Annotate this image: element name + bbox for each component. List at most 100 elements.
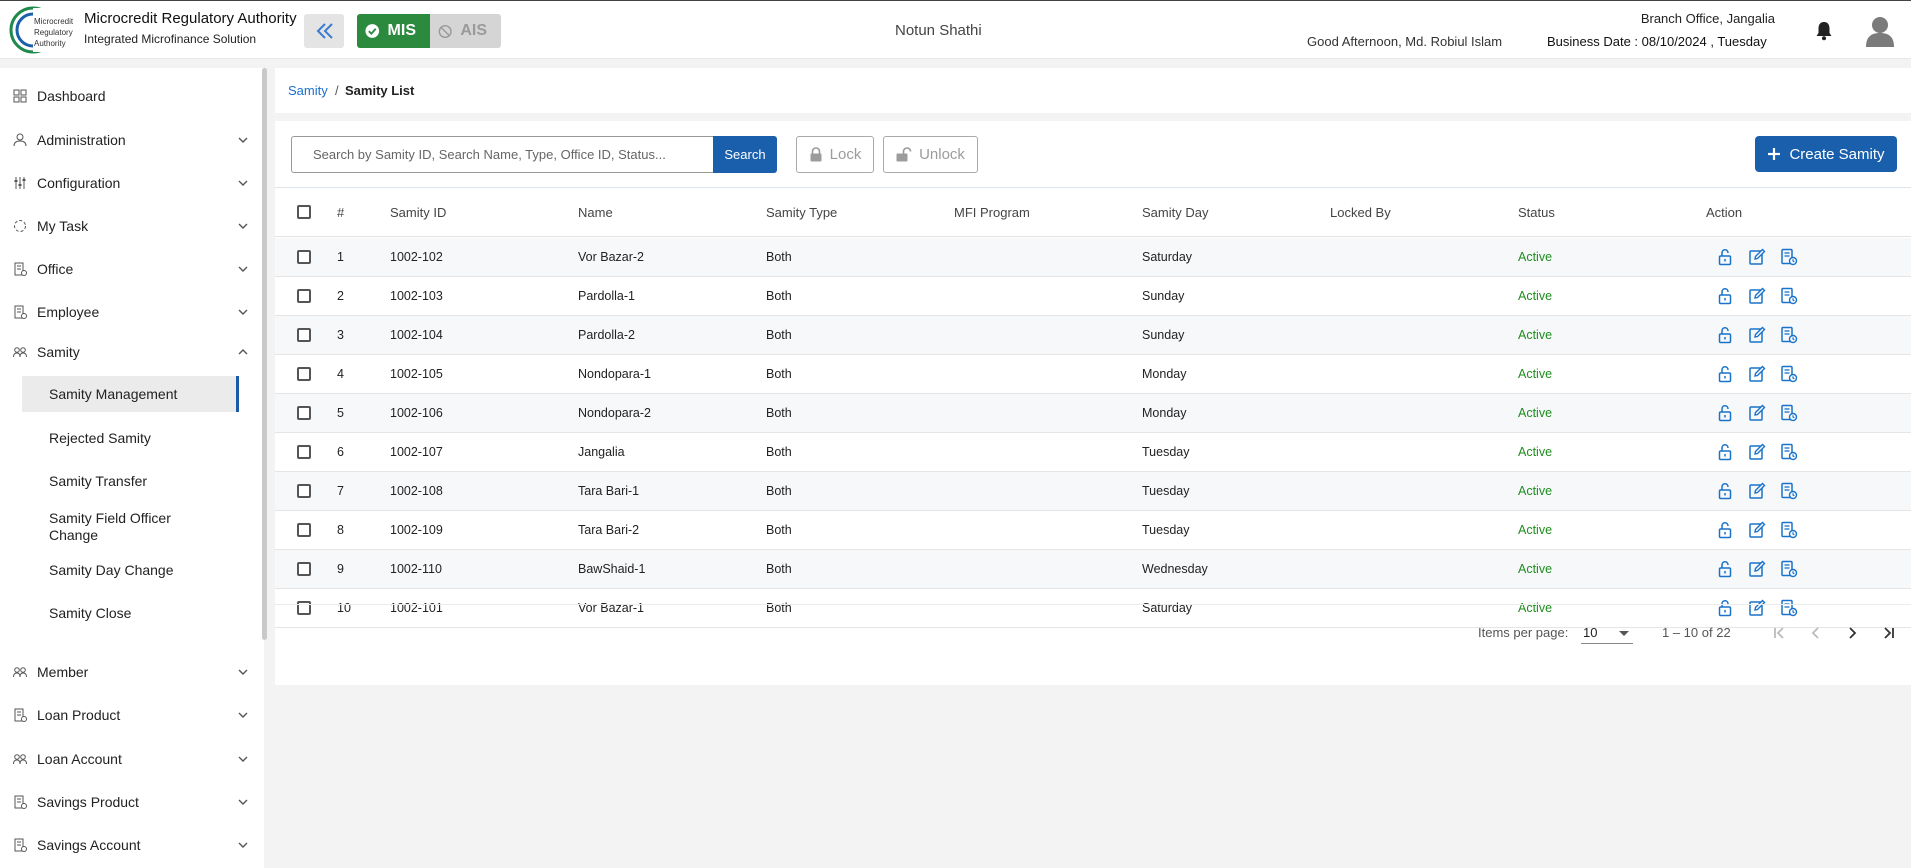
edit-icon[interactable] xyxy=(1748,443,1766,461)
sidebar-subitem-samity-close[interactable]: Samity Close xyxy=(22,595,239,631)
row-checkbox[interactable] xyxy=(297,445,311,459)
sidebar-item-samity[interactable]: Samity xyxy=(0,334,262,370)
user-avatar-icon[interactable] xyxy=(1865,15,1895,47)
sidebar-item-savings-product[interactable]: Savings Product xyxy=(0,784,262,820)
sidebar-item-configuration[interactable]: Configuration xyxy=(0,165,262,201)
sidebar-item-administration[interactable]: Administration xyxy=(0,122,262,158)
sidebar-subitem-samity-day-change[interactable]: Samity Day Change xyxy=(22,552,239,588)
mis-mode-button[interactable]: MIS xyxy=(357,14,430,48)
page-size-select[interactable]: 10 xyxy=(1581,622,1633,644)
details-icon[interactable] xyxy=(1780,326,1798,344)
sidebar-subitem-samity-transfer[interactable]: Samity Transfer xyxy=(22,463,239,499)
table-row[interactable]: 9 1002-110 BawShaid-1 Both Wednesday Active xyxy=(275,550,1911,589)
select-all-checkbox[interactable] xyxy=(297,205,311,219)
first-page-button[interactable] xyxy=(1765,618,1795,648)
table-row[interactable]: 1 1002-102 Vor Bazar-2 Both Saturday Active xyxy=(275,238,1911,277)
column-header-samity-type[interactable]: Samity Type xyxy=(766,205,837,220)
collapse-sidebar-button[interactable] xyxy=(304,14,344,48)
details-icon[interactable] xyxy=(1780,404,1798,422)
row-checkbox[interactable] xyxy=(297,328,311,342)
details-icon[interactable] xyxy=(1780,443,1798,461)
unlock-icon[interactable] xyxy=(1716,404,1734,422)
edit-icon[interactable] xyxy=(1748,404,1766,422)
last-page-button[interactable] xyxy=(1873,618,1903,648)
column-header-samity-day[interactable]: Samity Day xyxy=(1142,205,1208,220)
cell-samity-type: Both xyxy=(766,406,792,420)
member-icon xyxy=(13,667,27,678)
sidebar-item-loan-product[interactable]: Loan Product xyxy=(0,697,262,733)
sidebar-item-loan-account[interactable]: Loan Account xyxy=(0,741,262,777)
row-checkbox[interactable] xyxy=(297,562,311,576)
breadcrumb-samity-link[interactable]: Samity xyxy=(288,83,328,98)
search-input[interactable] xyxy=(291,136,713,173)
sidebar-item-savings-account[interactable]: Savings Account xyxy=(0,827,262,863)
row-checkbox[interactable] xyxy=(297,523,311,537)
row-checkbox[interactable] xyxy=(297,367,311,381)
column-header-locked-by[interactable]: Locked By xyxy=(1330,205,1391,220)
unlock-icon[interactable] xyxy=(1716,326,1734,344)
table-row[interactable]: 7 1002-108 Tara Bari-1 Both Tuesday Active xyxy=(275,472,1911,511)
edit-icon[interactable] xyxy=(1748,365,1766,383)
column-header-status[interactable]: Status xyxy=(1518,205,1555,220)
sidebar-item-my-task[interactable]: My Task xyxy=(0,208,262,244)
table-row[interactable]: 6 1002-107 Jangalia Both Tuesday Active xyxy=(275,433,1911,472)
details-icon[interactable] xyxy=(1780,365,1798,383)
edit-icon[interactable] xyxy=(1748,287,1766,305)
unlock-button[interactable]: Unlock xyxy=(883,136,978,173)
row-checkbox[interactable] xyxy=(297,250,311,264)
details-icon[interactable] xyxy=(1780,521,1798,539)
bell-icon[interactable] xyxy=(1815,21,1833,41)
edit-icon[interactable] xyxy=(1748,326,1766,344)
next-page-button[interactable] xyxy=(1837,618,1867,648)
search-button[interactable]: Search xyxy=(713,136,777,173)
sidebar-subitem-samity-management[interactable]: Samity Management xyxy=(22,376,239,412)
sidebar-item-label: My Task xyxy=(37,218,89,234)
sidebar-item-employee[interactable]: Employee xyxy=(0,294,262,330)
edit-icon[interactable] xyxy=(1748,248,1766,266)
lock-button[interactable]: Lock xyxy=(796,136,874,173)
create-samity-button[interactable]: Create Samity xyxy=(1755,136,1897,172)
sidebar-item-office[interactable]: Office xyxy=(0,251,262,287)
table-row[interactable]: 8 1002-109 Tara Bari-2 Both Tuesday Active xyxy=(275,511,1911,550)
cell-status: Active xyxy=(1518,445,1553,459)
admin-icon xyxy=(13,133,27,147)
table-row[interactable]: 4 1002-105 Nondopara-1 Both Monday Active xyxy=(275,355,1911,394)
unlock-icon[interactable] xyxy=(1716,365,1734,383)
unlock-icon[interactable] xyxy=(1716,443,1734,461)
table-row[interactable]: 5 1002-106 Nondopara-2 Both Monday Active xyxy=(275,394,1911,433)
sidebar-item-dashboard[interactable]: Dashboard xyxy=(0,78,262,114)
edit-icon[interactable] xyxy=(1748,560,1766,578)
cell-index: 3 xyxy=(337,328,344,342)
details-icon[interactable] xyxy=(1780,482,1798,500)
unlock-icon[interactable] xyxy=(1716,482,1734,500)
unlock-icon[interactable] xyxy=(1716,248,1734,266)
sidebar-item-label: Dashboard xyxy=(37,88,106,104)
details-icon[interactable] xyxy=(1780,248,1798,266)
unlock-icon[interactable] xyxy=(1716,521,1734,539)
cell-samity-day: Monday xyxy=(1142,367,1187,381)
column-header-mfi-program[interactable]: MFI Program xyxy=(954,205,1030,220)
column-header-samity-id[interactable]: Samity ID xyxy=(390,205,446,220)
row-checkbox[interactable] xyxy=(297,289,311,303)
row-checkbox[interactable] xyxy=(297,484,311,498)
dashboard-icon xyxy=(13,89,27,103)
column-header-name[interactable]: Name xyxy=(578,205,613,220)
sidebar-scrollbar[interactable] xyxy=(262,68,267,640)
sidebar-subitem-rejected-samity[interactable]: Rejected Samity xyxy=(22,420,239,456)
unlock-icon[interactable] xyxy=(1716,560,1734,578)
sidebar-subitem-field-officer-change[interactable]: Samity Field Officer Change xyxy=(22,506,239,548)
details-icon[interactable] xyxy=(1780,560,1798,578)
details-icon[interactable] xyxy=(1780,287,1798,305)
sidebar-item-member[interactable]: Member xyxy=(0,654,262,690)
unlock-icon[interactable] xyxy=(1716,287,1734,305)
cell-samity-id: 1002-104 xyxy=(390,328,443,342)
row-checkbox[interactable] xyxy=(297,406,311,420)
cell-status: Active xyxy=(1518,289,1553,303)
samity-icon xyxy=(13,347,27,358)
edit-icon[interactable] xyxy=(1748,482,1766,500)
table-row[interactable]: 2 1002-103 Pardolla-1 Both Sunday Active xyxy=(275,277,1911,316)
table-row[interactable]: 3 1002-104 Pardolla-2 Both Sunday Active xyxy=(275,316,1911,355)
previous-page-button[interactable] xyxy=(1801,618,1831,648)
edit-icon[interactable] xyxy=(1748,521,1766,539)
ais-mode-button[interactable]: AIS xyxy=(430,14,501,48)
